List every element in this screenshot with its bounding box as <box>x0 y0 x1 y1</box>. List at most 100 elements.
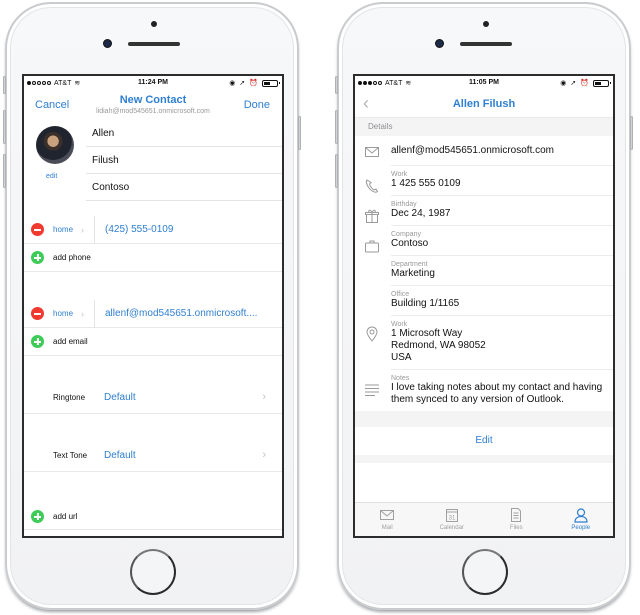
address-line3[interactable]: USA <box>391 352 613 369</box>
contact-photo[interactable] <box>36 126 74 164</box>
volume-up-button <box>335 110 338 144</box>
mail-icon <box>380 510 395 520</box>
notes-value: I love taking notes about my contact and… <box>391 382 603 405</box>
volume-down-button <box>335 154 338 188</box>
briefcase-icon <box>365 240 379 253</box>
status-icons: ◉ ➚ ⏰ <box>229 79 280 87</box>
email-value[interactable]: allenf@mod545651.onmicrosoft.com <box>391 136 613 165</box>
status-icons: ◉ ➚ ⏰ <box>560 79 611 87</box>
tab-label: Mail <box>381 525 393 531</box>
birthday-detail: Birthday Dec 24, 1987 <box>365 196 613 226</box>
home-button[interactable] <box>462 549 508 595</box>
add-phone-label[interactable]: add phone <box>53 253 91 262</box>
add-phone-row[interactable]: add phone <box>24 244 282 272</box>
orientation-lock-icon: ◉ <box>229 80 236 87</box>
tab-mail[interactable]: Mail <box>355 503 420 536</box>
details-section-header: Details <box>355 118 613 136</box>
files-icon <box>511 508 522 522</box>
add-phone-icon[interactable] <box>31 251 44 264</box>
front-camera <box>435 39 444 48</box>
front-camera <box>103 39 112 48</box>
phone-type-label[interactable]: home <box>53 225 81 234</box>
first-name-field[interactable]: Allen <box>86 120 282 147</box>
company-detail: Company Contoso <box>365 226 613 256</box>
power-button <box>630 116 633 150</box>
email-input[interactable]: allenf@mod545651.onmicrosoft.... <box>105 308 257 319</box>
address-label: Work <box>391 321 408 328</box>
edit-photo-link[interactable]: edit <box>46 173 57 180</box>
office-value: Building 1/1165 <box>391 298 460 309</box>
alarm-icon: ⏰ <box>249 80 258 87</box>
proximity-sensor <box>151 21 157 27</box>
navigation-bar: Cancel New Contact lidiah@mod545651.onmi… <box>24 90 282 120</box>
email-detail[interactable]: allenf@mod545651.onmicrosoft.com <box>365 136 613 166</box>
phone-detail[interactable]: Work 1 425 555 0109 <box>365 166 613 196</box>
add-email-label[interactable]: add email <box>53 337 88 346</box>
last-name-field[interactable]: Filush <box>86 147 282 174</box>
tab-people[interactable]: People <box>549 503 614 536</box>
battery-icon <box>593 79 611 87</box>
company-value: Contoso <box>391 238 429 249</box>
volume-up-button <box>3 110 6 144</box>
address-line1[interactable]: 1 Microsoft Way <box>391 328 613 340</box>
tab-label: Calendar <box>439 525 464 531</box>
tab-bar: Mail 31 Calendar Files People <box>355 502 613 536</box>
remove-phone-icon[interactable] <box>31 223 44 236</box>
edit-contact-button[interactable]: Edit <box>355 427 613 455</box>
notes-label: Notes <box>391 375 410 382</box>
email-row: home › allenf@mod545651.onmicrosoft.... <box>24 299 282 328</box>
tab-files[interactable]: Files <box>484 503 549 536</box>
department-label: Department <box>391 261 428 268</box>
text-tone-row[interactable]: Text Tone Default › <box>24 414 282 472</box>
chevron-right-icon: › <box>81 299 95 328</box>
calendar-icon: 31 <box>445 509 458 522</box>
contact-details-screen: AT&T ≋ 11:05 PM ◉ ➚ ⏰ ‹ Allen Filush Det… <box>353 74 615 538</box>
email-type-label[interactable]: home <box>53 309 81 318</box>
add-url-label[interactable]: add url <box>53 512 77 521</box>
alarm-icon: ⏰ <box>580 80 589 87</box>
chevron-right-icon: › <box>81 215 95 244</box>
new-contact-screen: AT&T ≋ 11:24 PM ◉ ➚ ⏰ Cancel New Contact… <box>22 74 284 538</box>
power-button <box>298 116 301 150</box>
mute-switch <box>335 76 338 94</box>
phone-value[interactable]: 1 425 555 0109 <box>391 178 613 195</box>
contact-name-title: Allen Filush <box>452 98 516 110</box>
people-icon <box>574 508 588 523</box>
earpiece-speaker <box>460 42 512 46</box>
address-detail[interactable]: Work 1 Microsoft Way Redmond, WA 98052 U… <box>366 316 613 370</box>
phone-row: home › (425) 555-0109 <box>24 215 282 244</box>
text-tone-value[interactable]: Default <box>104 450 136 461</box>
gift-icon <box>365 209 379 223</box>
company-field[interactable]: Contoso <box>86 174 282 201</box>
location-arrow-icon: ➚ <box>570 80 577 87</box>
remove-email-icon[interactable] <box>31 307 44 320</box>
add-email-row[interactable]: add email <box>24 328 282 356</box>
tab-calendar[interactable]: 31 Calendar <box>420 503 485 536</box>
proximity-sensor <box>483 21 489 27</box>
department-detail: Department Marketing <box>391 256 613 286</box>
ringtone-label: Ringtone <box>53 393 86 402</box>
notes-detail: Notes I love taking notes about my conta… <box>365 370 613 411</box>
address-line2[interactable]: Redmond, WA 98052 <box>391 340 613 352</box>
home-button[interactable] <box>130 549 176 595</box>
tab-label: Files <box>509 525 523 531</box>
location-arrow-icon: ➚ <box>239 80 246 87</box>
tab-label: People <box>571 525 591 531</box>
earpiece-speaker <box>128 42 180 46</box>
ringtone-row[interactable]: Ringtone Default › <box>24 356 282 414</box>
company-label: Company <box>391 231 421 238</box>
phone-input[interactable]: (425) 555-0109 <box>105 224 173 235</box>
done-button[interactable]: Done <box>244 99 270 111</box>
text-tone-label: Text Tone <box>53 451 88 460</box>
ringtone-value[interactable]: Default <box>104 392 136 403</box>
svg-text:31: 31 <box>448 516 455 522</box>
department-value: Marketing <box>391 268 435 279</box>
add-email-icon[interactable] <box>31 335 44 348</box>
mail-icon <box>365 147 379 157</box>
status-bar: AT&T ≋ 11:05 PM ◉ ➚ ⏰ <box>355 76 613 90</box>
orientation-lock-icon: ◉ <box>560 80 567 87</box>
add-url-icon[interactable] <box>31 510 44 523</box>
add-url-row[interactable]: add url <box>24 472 282 530</box>
office-label: Office <box>391 291 410 298</box>
chevron-right-icon: › <box>262 391 266 403</box>
